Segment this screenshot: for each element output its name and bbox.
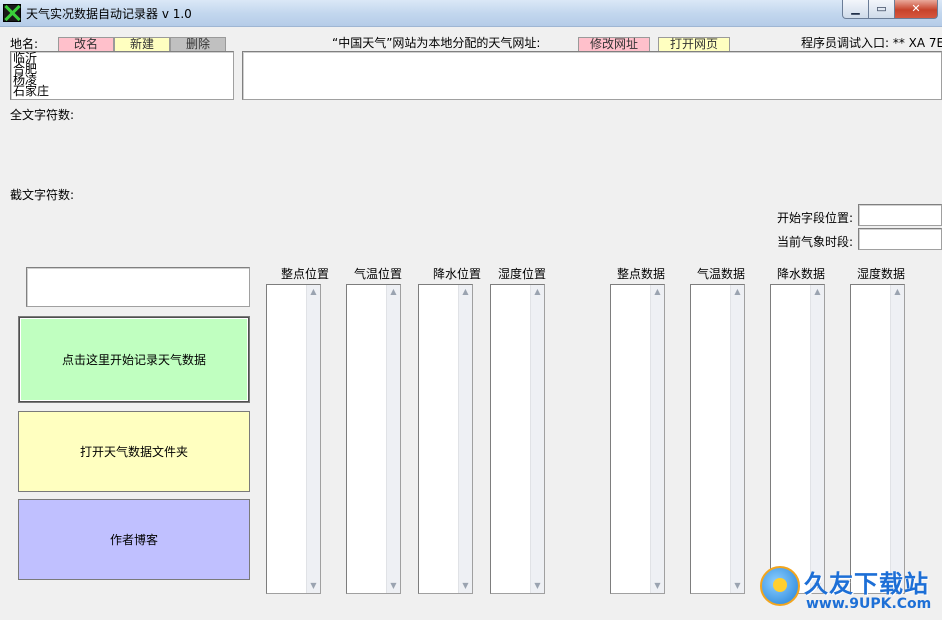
precipitation-position-header: 降水位置 <box>432 267 481 281</box>
scroll-up-icon[interactable]: ▲ <box>307 285 320 299</box>
watermark-url: www.9UPK.Com <box>806 596 932 612</box>
debug-entry-label[interactable]: 程序员调试入口: ** XA 7E <box>801 34 942 51</box>
site-watermark: 久友下载站 www.9UPK.Com <box>758 564 940 618</box>
precipitation-data-header: 降水数据 <box>776 267 825 281</box>
app-icon <box>3 4 21 22</box>
start-field-input[interactable] <box>858 204 942 226</box>
current-time-input[interactable] <box>858 228 942 250</box>
scroll-down-icon[interactable]: ▼ <box>651 579 664 593</box>
location-label: 地名: <box>10 37 39 51</box>
scrollbar[interactable]: ▲ ▼ <box>650 285 664 593</box>
city-list[interactable]: 临沂 合肥 杨凌 石家庄 <box>10 51 234 100</box>
title-bar: 天气实况数据自动记录器 v 1.0 ▁ ▭ ✕ <box>0 0 942 27</box>
url-textbox[interactable] <box>242 51 942 100</box>
temperature-data-list[interactable]: ▲ ▼ <box>690 284 745 594</box>
hour-data-header: 整点数据 <box>616 267 665 281</box>
scroll-down-icon[interactable]: ▼ <box>531 579 544 593</box>
scrollbar[interactable]: ▲ ▼ <box>890 285 904 593</box>
scroll-up-icon[interactable]: ▲ <box>459 285 472 299</box>
scroll-down-icon[interactable]: ▼ <box>387 579 400 593</box>
cut-text-count-label: 截文字符数: <box>10 188 75 202</box>
scroll-up-icon[interactable]: ▲ <box>531 285 544 299</box>
scrollbar[interactable]: ▲ ▼ <box>530 285 544 593</box>
scrollbar[interactable]: ▲ ▼ <box>306 285 320 593</box>
current-time-label: 当前气象时段: <box>777 235 854 249</box>
url-label: “中国天气”网站为本地分配的天气网址: <box>332 36 541 50</box>
full-text-count-label: 全文字符数: <box>10 108 75 122</box>
scrollbar[interactable]: ▲ ▼ <box>386 285 400 593</box>
humidity-position-list[interactable]: ▲ ▼ <box>490 284 545 594</box>
start-field-label: 开始字段位置: <box>777 211 854 225</box>
window-title: 天气实况数据自动记录器 v 1.0 <box>26 7 192 21</box>
watermark-logo-icon <box>760 566 800 606</box>
scrollbar[interactable]: ▲ ▼ <box>730 285 744 593</box>
humidity-data-list[interactable]: ▲ ▼ <box>850 284 905 594</box>
new-button[interactable]: 新建 <box>114 37 170 52</box>
hour-position-header: 整点位置 <box>280 267 329 281</box>
rename-button[interactable]: 改名 <box>58 37 114 52</box>
temperature-position-list[interactable]: ▲ ▼ <box>346 284 401 594</box>
scroll-up-icon[interactable]: ▲ <box>731 285 744 299</box>
precipitation-position-list[interactable]: ▲ ▼ <box>418 284 473 594</box>
hour-data-list[interactable]: ▲ ▼ <box>610 284 665 594</box>
scrollbar[interactable]: ▲ ▼ <box>458 285 472 593</box>
watermark-title: 久友下载站 <box>804 570 929 598</box>
scroll-up-icon[interactable]: ▲ <box>387 285 400 299</box>
scroll-up-icon[interactable]: ▲ <box>651 285 664 299</box>
status-textbox[interactable] <box>26 267 250 307</box>
city-list-item[interactable]: 临沂 <box>13 52 231 64</box>
scroll-up-icon[interactable]: ▲ <box>891 285 904 299</box>
scroll-down-icon[interactable]: ▼ <box>307 579 320 593</box>
close-button[interactable]: ✕ <box>894 0 938 19</box>
temperature-data-header: 气温数据 <box>696 267 745 281</box>
edit-url-button[interactable]: 修改网址 <box>578 37 650 52</box>
maximize-button[interactable]: ▭ <box>868 0 895 19</box>
open-webpage-button[interactable]: 打开网页 <box>658 37 730 52</box>
start-recording-button[interactable]: 点击这里开始记录天气数据 <box>18 316 250 403</box>
minimize-button[interactable]: ▁ <box>842 0 869 19</box>
humidity-data-header: 湿度数据 <box>856 267 905 281</box>
city-list-item[interactable]: 合肥 <box>13 63 231 75</box>
open-data-folder-button[interactable]: 打开天气数据文件夹 <box>18 411 250 492</box>
scroll-down-icon[interactable]: ▼ <box>459 579 472 593</box>
city-list-item[interactable]: 石家庄 <box>13 85 231 97</box>
scroll-up-icon[interactable]: ▲ <box>811 285 824 299</box>
humidity-position-header: 湿度位置 <box>497 267 546 281</box>
scroll-down-icon[interactable]: ▼ <box>731 579 744 593</box>
temperature-position-header: 气温位置 <box>353 267 402 281</box>
precipitation-data-list[interactable]: ▲ ▼ <box>770 284 825 594</box>
delete-button[interactable]: 删除 <box>170 37 226 52</box>
hour-position-list[interactable]: ▲ ▼ <box>266 284 321 594</box>
author-blog-button[interactable]: 作者博客 <box>18 499 250 580</box>
scrollbar[interactable]: ▲ ▼ <box>810 285 824 593</box>
